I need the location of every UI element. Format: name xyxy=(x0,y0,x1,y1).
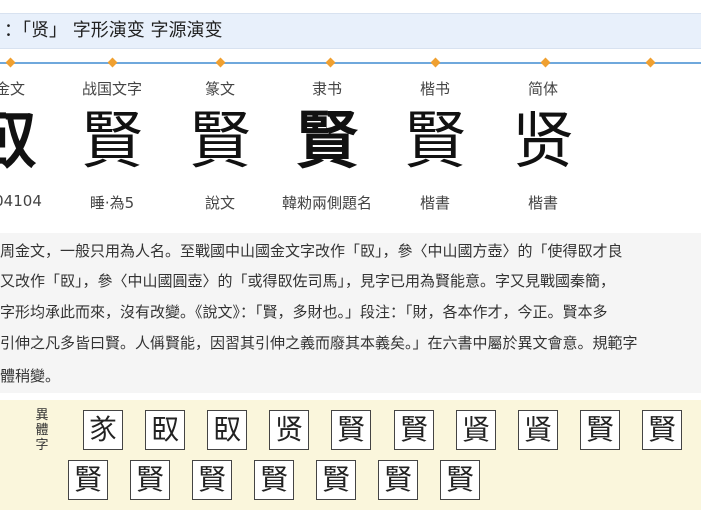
variant-char[interactable]: 賢 xyxy=(68,460,108,500)
variant-char[interactable]: 㒸 xyxy=(83,410,123,450)
stage-label: 隶书 xyxy=(311,80,342,98)
text-line: 又改作「臤」，參〈中山國圓壺〉的「或得臤佐司馬」，見字已用為賢能意。字又見戰國秦… xyxy=(0,272,616,290)
variant-char[interactable]: 賢 xyxy=(331,410,371,450)
stage-label: 楷书 xyxy=(419,80,450,98)
stage-label: 简体 xyxy=(527,80,558,98)
text-line: 引伸之凡多皆曰賢。人偁賢能，因習其引伸之義而廢其本義矣。」在六書中屬於異文會意。… xyxy=(0,334,638,352)
evolution-timeline xyxy=(0,62,701,64)
warring-states-glyph[interactable]: 賢 xyxy=(67,100,157,182)
variant-char[interactable]: 賢 xyxy=(130,460,170,500)
etymology-text: 周金文，一般只用為人名。至戰國中山國金文字改作「臤」，參〈中山國方壺〉的「使得臤… xyxy=(0,233,701,393)
regular-glyph[interactable]: 賢 xyxy=(390,100,480,182)
text-line: 周金文，一般只用為人名。至戰國中山國金文字改作「臤」，參〈中山國方壺〉的「使得臤… xyxy=(0,242,623,260)
variant-char[interactable]: 賢 xyxy=(378,460,418,500)
variant-char[interactable]: 臤 xyxy=(145,410,185,450)
clerical-glyph[interactable]: 賢 xyxy=(282,100,372,182)
variant-char[interactable]: 賢 xyxy=(192,460,232,500)
title-char: ：「贤」 xyxy=(4,20,67,41)
glyph-source: 楷書 xyxy=(527,194,558,212)
variant-char[interactable]: 賢 xyxy=(394,410,434,450)
seal-glyph[interactable]: 賢 xyxy=(175,100,265,182)
bronze-glyph[interactable]: 臤 xyxy=(0,100,50,182)
stage-label: 篆文 xyxy=(204,80,235,98)
glyph-source: 睡·為5 xyxy=(89,194,135,212)
stage-label: 战国文字 xyxy=(81,80,142,98)
glyph-source: 楷書 xyxy=(419,194,450,212)
variant-char[interactable]: 賢 xyxy=(580,410,620,450)
timeline-marker xyxy=(540,57,551,68)
glyph-source: 韓勑兩側題名 xyxy=(281,194,372,212)
timeline-marker xyxy=(430,57,441,68)
variant-char[interactable]: 賢 xyxy=(316,460,356,500)
timeline-marker xyxy=(645,57,656,68)
timeline-marker xyxy=(215,57,226,68)
variant-char[interactable]: 賢 xyxy=(642,410,682,450)
text-line: 體稍變。 xyxy=(0,367,61,385)
timeline-marker xyxy=(5,57,16,68)
variant-char[interactable]: 臤 xyxy=(207,410,247,450)
variant-char[interactable]: 賢 xyxy=(440,460,480,500)
stage-label: 金文 xyxy=(0,80,25,98)
variant-char[interactable]: 贤 xyxy=(269,410,309,450)
variant-char[interactable]: 䝨 xyxy=(518,410,558,450)
timeline-marker xyxy=(107,57,118,68)
page-title: ：「贤」 字形演变 字源演变 xyxy=(0,13,701,49)
variant-label: 異體字 xyxy=(35,408,49,453)
text-line: 字形均承此而來，沒有改變。《說文》：「賢，多財也。」段注：「財，各本作才，今正。… xyxy=(0,303,608,321)
glyph-source: 說文 xyxy=(204,194,235,212)
variant-char[interactable]: 䝨 xyxy=(456,410,496,450)
variant-char[interactable]: 賢 xyxy=(254,460,294,500)
simplified-glyph[interactable]: 贤 xyxy=(498,100,588,182)
title-links[interactable]: 字形演变 字源演变 xyxy=(73,20,223,41)
timeline-marker xyxy=(325,57,336,68)
